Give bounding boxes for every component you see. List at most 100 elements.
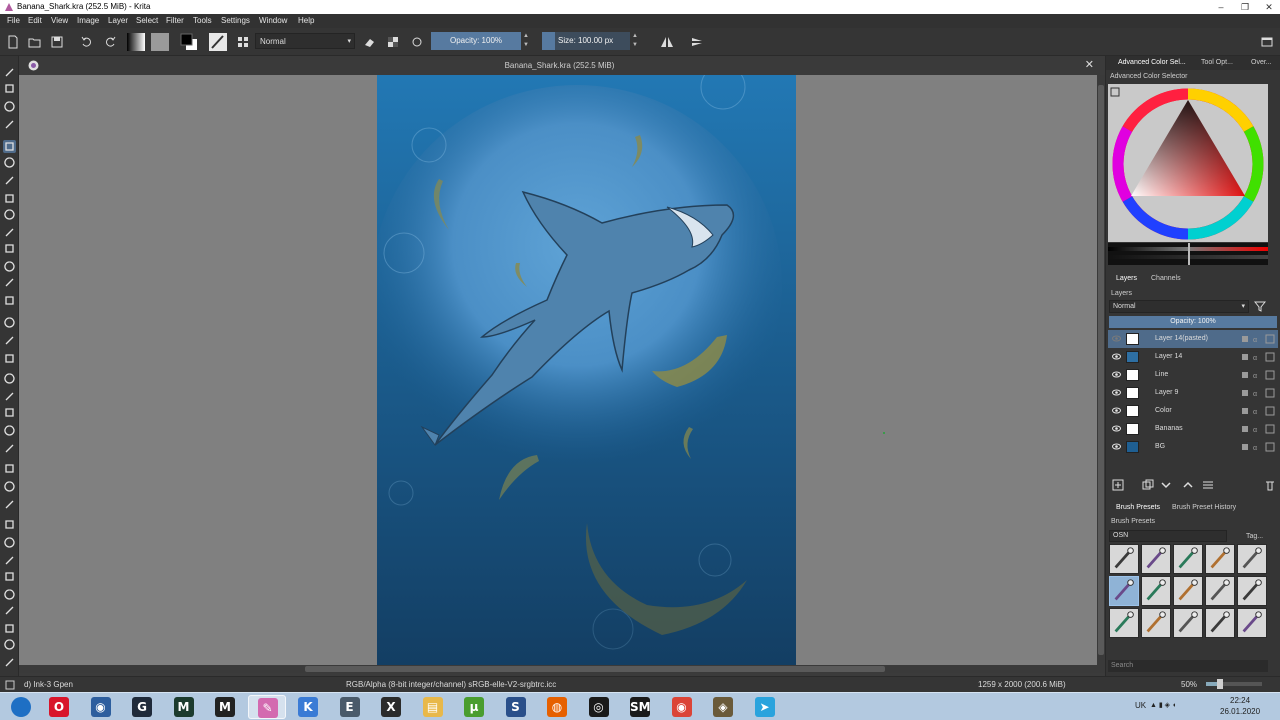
layer-row[interactable]: Layer 9 α: [1108, 384, 1278, 402]
move-layer-up-icon[interactable]: [1182, 479, 1194, 491]
language-indicator[interactable]: UK: [1135, 701, 1146, 710]
color-selector-settings-icon[interactable]: [1110, 87, 1120, 97]
layer-blend-mode-select[interactable]: Normal ▾: [1109, 300, 1249, 313]
size-slider[interactable]: Size: 100.00 px: [542, 32, 630, 50]
menu-window[interactable]: Window: [259, 16, 287, 25]
layer-row[interactable]: Layer 14(pasted) α: [1108, 330, 1278, 348]
vertical-scroll-thumb[interactable]: [1098, 85, 1104, 655]
opacity-slider[interactable]: Opacity: 100%: [431, 32, 521, 50]
filter-brush-icon[interactable]: [1173, 608, 1203, 638]
pattern-preset-icon[interactable]: [151, 33, 169, 51]
fill-tool-icon[interactable]: [3, 442, 16, 455]
smart-patch-icon[interactable]: [3, 424, 16, 437]
preset-search-input[interactable]: Search: [1108, 660, 1268, 672]
tab-brush-preset-history[interactable]: Brush Preset History: [1172, 504, 1236, 511]
bezier-tool-icon[interactable]: [3, 242, 16, 255]
color-wheel[interactable]: [1108, 84, 1268, 242]
ink-dark-brush-icon[interactable]: [1141, 576, 1171, 606]
calligraphy-icon[interactable]: [3, 118, 16, 131]
taskbar-krita-alt-icon[interactable]: K: [289, 695, 327, 719]
preserve-alpha-icon[interactable]: [386, 35, 400, 49]
taskbar-app-sm-icon[interactable]: SM: [621, 695, 659, 719]
menu-file[interactable]: File: [7, 16, 20, 25]
rectangular-selection-icon[interactable]: [3, 518, 16, 531]
menu-edit[interactable]: Edit: [28, 16, 42, 25]
brush-preset-icon[interactable]: [209, 33, 227, 51]
layer-row[interactable]: Layer 14 α: [1108, 348, 1278, 366]
taskbar-firefox-icon[interactable]: ◍: [538, 695, 576, 719]
eye-icon[interactable]: [1112, 406, 1121, 415]
horizontal-scrollbar[interactable]: [19, 665, 1105, 673]
layer-flags-icon[interactable]: α: [1240, 406, 1276, 416]
horizontal-scroll-thumb[interactable]: [305, 666, 885, 672]
move-layer-down-icon[interactable]: [1160, 479, 1172, 491]
taskbar-telegram-icon[interactable]: ➤: [746, 695, 784, 719]
menu-image[interactable]: Image: [77, 16, 99, 25]
blend-mode-select[interactable]: Normal ▾: [255, 33, 355, 49]
gpen-brush-icon[interactable]: [1109, 576, 1139, 606]
multibrush-icon[interactable]: [3, 294, 16, 307]
vertical-scrollbar[interactable]: [1097, 75, 1105, 665]
tray-icons[interactable]: ▲ ▮ ◈ ◖: [1150, 701, 1176, 709]
taskbar-app-x-icon[interactable]: X: [372, 695, 410, 719]
freehand-selection-icon[interactable]: [3, 570, 16, 583]
taskbar-start-button-icon[interactable]: [2, 695, 40, 719]
tab-tool-options[interactable]: Tool Opt...: [1201, 59, 1233, 66]
clock-date[interactable]: 26.01.2020: [1220, 707, 1260, 716]
zoom-level[interactable]: 50%: [1181, 680, 1197, 689]
colorize-mask-icon[interactable]: [3, 406, 16, 419]
document-tab-title[interactable]: Banana_Shark.kra (252.5 MiB): [19, 61, 1100, 70]
elliptical-selection-icon[interactable]: [3, 536, 16, 549]
eye-icon[interactable]: [1112, 424, 1121, 433]
filter-icon[interactable]: [1254, 301, 1266, 312]
line-tool-icon[interactable]: [3, 156, 16, 169]
contiguous-selection-icon[interactable]: [3, 588, 16, 601]
delete-layer-icon[interactable]: [1264, 479, 1276, 491]
eraser-icon[interactable]: [362, 35, 376, 49]
gradient-tool-icon[interactable]: [3, 372, 16, 385]
minimize-icon[interactable]: –: [1210, 0, 1232, 14]
watercolor-brush-icon[interactable]: [1109, 608, 1139, 638]
edit-shapes-icon[interactable]: [3, 100, 16, 113]
close-document-icon[interactable]: ✕: [1085, 58, 1094, 71]
clock-time[interactable]: 22:24: [1230, 696, 1250, 705]
taskbar-app-m-icon[interactable]: M: [206, 695, 244, 719]
taskbar-app-g-icon[interactable]: G: [123, 695, 161, 719]
taskbar-app-s-icon[interactable]: S: [497, 695, 535, 719]
bezier-selection-icon[interactable]: [3, 622, 16, 635]
blender-brush-icon[interactable]: [1173, 576, 1203, 606]
eye-icon[interactable]: [1112, 352, 1121, 361]
tab-brush-presets[interactable]: Brush Presets: [1116, 504, 1160, 511]
layer-row[interactable]: Color α: [1108, 402, 1278, 420]
workspace-icon[interactable]: [1260, 35, 1274, 49]
ellipse-tool-icon[interactable]: [3, 192, 16, 205]
add-layer-icon[interactable]: [1112, 479, 1124, 491]
magnetic-selection-icon[interactable]: [3, 638, 16, 651]
taskbar-app-m-green-icon[interactable]: M: [165, 695, 203, 719]
grid-icon[interactable]: [236, 35, 250, 49]
eye-hidden-icon[interactable]: [1112, 334, 1121, 343]
artwork-canvas[interactable]: [377, 75, 796, 665]
polyline-tool-icon[interactable]: [3, 226, 16, 239]
move-tool-icon[interactable]: [3, 334, 16, 347]
tab-advanced-color-selector[interactable]: Advanced Color Sel...: [1118, 59, 1186, 66]
layer-row[interactable]: Bananas α: [1108, 420, 1278, 438]
layer-row[interactable]: BG α: [1108, 438, 1278, 456]
pen-brush-icon[interactable]: [1205, 544, 1235, 574]
menu-filter[interactable]: Filter: [166, 16, 184, 25]
transform-tool-icon[interactable]: [3, 316, 16, 329]
undo-icon[interactable]: [80, 35, 94, 49]
polygon-tool-icon[interactable]: [3, 208, 16, 221]
menu-view[interactable]: View: [51, 16, 68, 25]
color-wheel-panel[interactable]: [1108, 84, 1268, 242]
layer-opacity-slider[interactable]: Opacity: 100%: [1109, 316, 1277, 328]
layer-flags-icon[interactable]: α: [1240, 370, 1276, 380]
eye-icon[interactable]: [1112, 388, 1121, 397]
zoom-tool-icon[interactable]: [3, 656, 16, 669]
taskbar-krita-icon[interactable]: ✎: [247, 695, 286, 719]
marker-brush-icon[interactable]: [1205, 576, 1235, 606]
taskbar-app-e-icon[interactable]: E: [331, 695, 369, 719]
layer-flags-icon[interactable]: α: [1240, 334, 1276, 344]
polygonal-selection-icon[interactable]: [3, 554, 16, 567]
preset-tag-select[interactable]: OSN: [1109, 530, 1227, 542]
